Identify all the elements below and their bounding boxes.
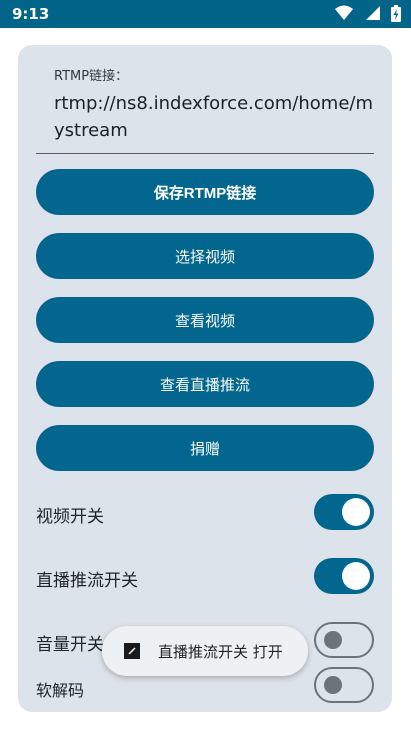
switch-knob bbox=[324, 676, 342, 694]
switch-knob bbox=[324, 631, 342, 649]
switch-knob bbox=[342, 562, 370, 590]
app-icon bbox=[124, 643, 140, 659]
view-stream-button[interactable]: 查看直播推流 bbox=[36, 361, 374, 407]
settings-card: RTMP链接： rtmp://ns8.indexforce.com/home/m… bbox=[18, 45, 392, 712]
toast-text: 直播推流开关 打开 bbox=[158, 642, 283, 661]
select-video-button[interactable]: 选择视频 bbox=[36, 233, 374, 279]
donate-button[interactable]: 捐赠 bbox=[36, 425, 374, 471]
signal-icon bbox=[365, 6, 380, 20]
rtmp-input[interactable]: rtmp://ns8.indexforce.com/home/mystream bbox=[54, 90, 374, 144]
video-switch[interactable] bbox=[314, 494, 374, 530]
soft-decode-switch[interactable] bbox=[314, 667, 374, 703]
rtmp-label: RTMP链接： bbox=[54, 69, 129, 84]
soft-decode-switch-label: 软解码 bbox=[36, 681, 85, 700]
battery-charging-icon bbox=[391, 5, 401, 22]
stream-switch[interactable] bbox=[314, 558, 374, 594]
view-video-button[interactable]: 查看视频 bbox=[36, 297, 374, 343]
save-rtmp-button[interactable]: 保存RTMP链接 bbox=[36, 169, 374, 215]
video-switch-label: 视频开关 bbox=[36, 507, 104, 527]
status-bar: 9:13 bbox=[0, 0, 411, 28]
switch-knob bbox=[342, 498, 370, 526]
volume-switch[interactable] bbox=[314, 622, 374, 658]
status-icons bbox=[329, 5, 401, 23]
rtmp-input-underline bbox=[36, 153, 374, 154]
volume-switch-label: 音量开关 bbox=[36, 635, 104, 655]
wifi-icon bbox=[334, 5, 353, 20]
nav-bar-area bbox=[0, 718, 411, 731]
status-time: 9:13 bbox=[12, 5, 50, 23]
stream-switch-label: 直播推流开关 bbox=[36, 571, 138, 591]
toast: 直播推流开关 打开 bbox=[102, 626, 308, 676]
